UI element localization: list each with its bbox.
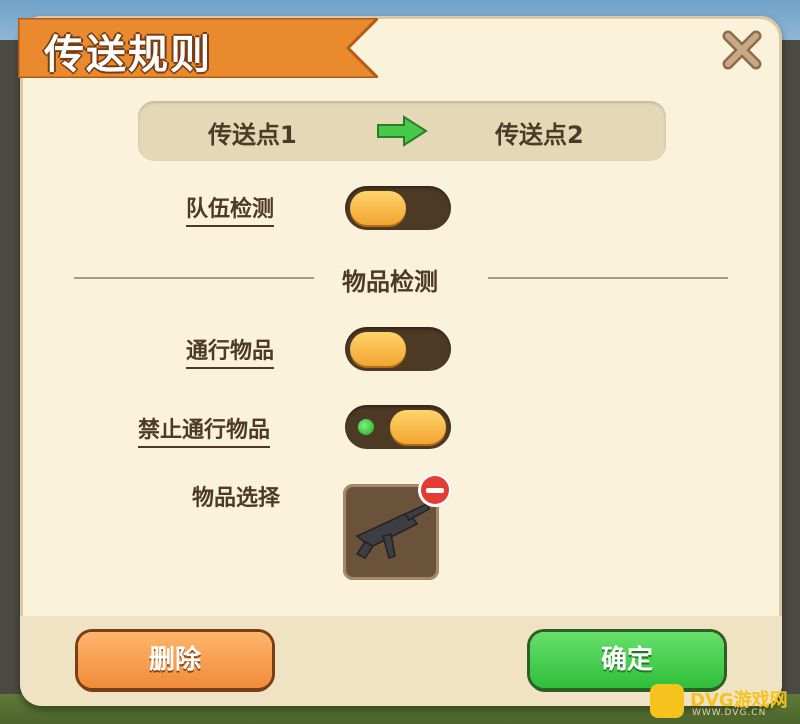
- submachine-gun-icon: [343, 502, 439, 584]
- close-x-icon[interactable]: [718, 26, 766, 74]
- right-arrow-icon: [376, 115, 428, 151]
- remove-minus-icon[interactable]: [418, 473, 452, 507]
- item-select-label: 物品选择: [192, 486, 281, 511]
- toggle-on-indicator: [358, 419, 374, 435]
- toggle-knob: [350, 332, 406, 366]
- toggle-knob: [350, 191, 406, 225]
- allowed-items-toggle[interactable]: [345, 327, 451, 371]
- forbidden-items-label: 禁止通行物品: [138, 412, 271, 448]
- route-from-label: 传送点1: [208, 121, 297, 149]
- team-check-label: 队伍检测: [186, 191, 275, 227]
- confirm-button[interactable]: 确定: [530, 632, 724, 688]
- divider-left: [74, 277, 314, 279]
- delete-button[interactable]: 删除: [78, 632, 272, 688]
- divider-right: [488, 277, 728, 279]
- route-bar: 传送点1 传送点2: [138, 101, 666, 161]
- item-check-section-title: 物品检测: [342, 268, 438, 296]
- allowed-items-label: 通行物品: [186, 333, 275, 369]
- dialog-title: 传送规则: [44, 32, 212, 78]
- watermark-logo-icon: [650, 684, 684, 718]
- route-to-label: 传送点2: [495, 121, 584, 149]
- toggle-knob: [390, 410, 446, 444]
- forbidden-items-toggle[interactable]: [345, 405, 451, 449]
- team-check-toggle[interactable]: [345, 186, 451, 230]
- watermark-subtext: WWW.DVG.CN: [692, 708, 767, 718]
- watermark: DVG游戏网 WWW.DVG.CN: [650, 682, 800, 724]
